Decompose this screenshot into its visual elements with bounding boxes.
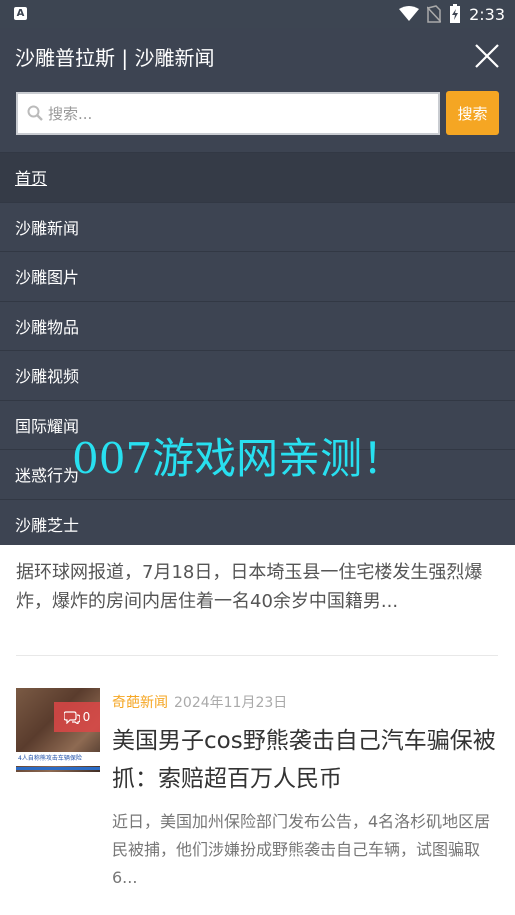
article-meta: 奇葩新闻 2024年11月23日	[112, 692, 287, 712]
thumbnail-caption: 4人自称熊攻击车辆保险	[16, 752, 100, 766]
no-sim-icon	[427, 5, 442, 23]
article-date: 2024年11月23日	[174, 695, 288, 711]
article-card[interactable]: 0 4人自称熊攻击车辆保险 奇葩新闻 2024年11月23日 美国男子cos野熊袭…	[16, 688, 498, 908]
article-category[interactable]: 奇葩新闻	[112, 695, 168, 711]
comment-count-badge: 0	[54, 702, 100, 732]
nav-item-news[interactable]: 沙雕新闻	[0, 201, 515, 252]
article-title[interactable]: 美国男子cos野熊袭击自己汽车骗保被抓：索赔超百万人民币	[112, 722, 498, 798]
nav-item-home[interactable]: 首页	[0, 152, 515, 202]
nav-item-pictures[interactable]: 沙雕图片	[0, 251, 515, 301]
search-icon	[27, 105, 43, 121]
divider	[16, 655, 498, 656]
watermark-text: 007游戏网亲测！	[72, 434, 405, 483]
close-icon[interactable]	[473, 42, 501, 70]
article-excerpt: 近日，美国加州保险部门发布公告，4名洛杉矶地区居民被捕，他们涉嫌扮成野熊袭击自己…	[112, 812, 491, 887]
comment-count: 0	[82, 710, 91, 724]
status-bar: A 2:33	[0, 0, 515, 28]
wifi-icon	[399, 6, 420, 21]
nav-menu: 首页 沙雕新闻 沙雕图片 沙雕物品 沙雕视频 国际耀闻 迷惑行为 沙雕芝士	[0, 152, 515, 548]
status-icons: 2:33	[399, 3, 505, 25]
status-time: 2:33	[469, 4, 505, 24]
nav-item-knowledge[interactable]: 沙雕芝士	[0, 498, 515, 549]
nav-item-items[interactable]: 沙雕物品	[0, 300, 515, 351]
article-thumbnail[interactable]: 0 4人自称熊攻击车辆保险	[16, 688, 100, 772]
search-input[interactable]	[48, 94, 436, 133]
battery-charging-icon	[450, 4, 461, 23]
site-title: 沙雕普拉斯 | 沙雕新闻	[15, 46, 215, 70]
thumbnail-bar	[16, 767, 100, 770]
comment-icon	[63, 710, 80, 724]
app-indicator-icon: A	[14, 7, 27, 20]
nav-item-videos[interactable]: 沙雕视频	[0, 350, 515, 400]
article-excerpt-previous: 据环球网报道，7月18日，日本埼玉县一住宅楼发生强烈爆炸，爆炸的房间内居住着一名…	[16, 562, 483, 612]
search-box	[16, 92, 440, 135]
search-button[interactable]: 搜索	[446, 91, 499, 135]
